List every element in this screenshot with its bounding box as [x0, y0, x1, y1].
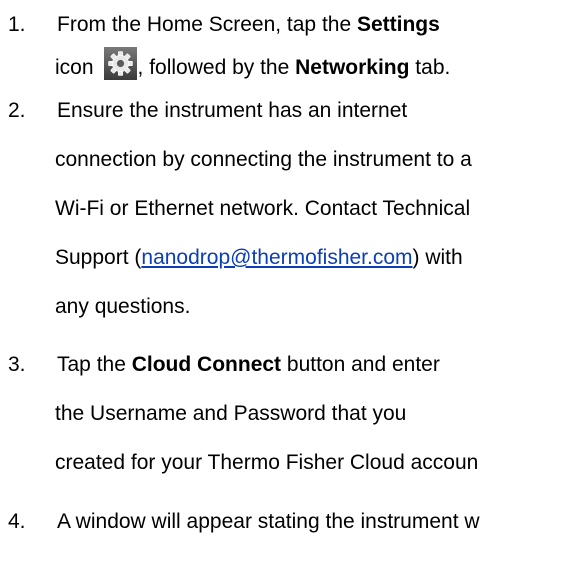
gear-icon	[103, 47, 137, 80]
step-2-text: Ensure the instrument has an internet	[57, 99, 408, 122]
step-3-number: 3.	[8, 353, 26, 376]
step-2-number: 2.	[8, 99, 26, 122]
networking-label: Networking	[295, 56, 410, 79]
instruction-list: 1. From the Home Screen, tap the Setting…	[0, 0, 588, 575]
settings-label: Settings	[356, 13, 440, 36]
cloud-connect-label: Cloud Connect	[131, 353, 282, 376]
step-4-number: 4.	[8, 510, 26, 533]
step-1-text: From the Home Screen, tap the Settings	[57, 13, 440, 36]
step-1-number: 1.	[8, 13, 26, 36]
step-1-text-cont: icon , followed by the Networking tab.	[55, 47, 450, 88]
support-email-link[interactable]: nanodrop@thermofisher.com	[141, 246, 412, 269]
